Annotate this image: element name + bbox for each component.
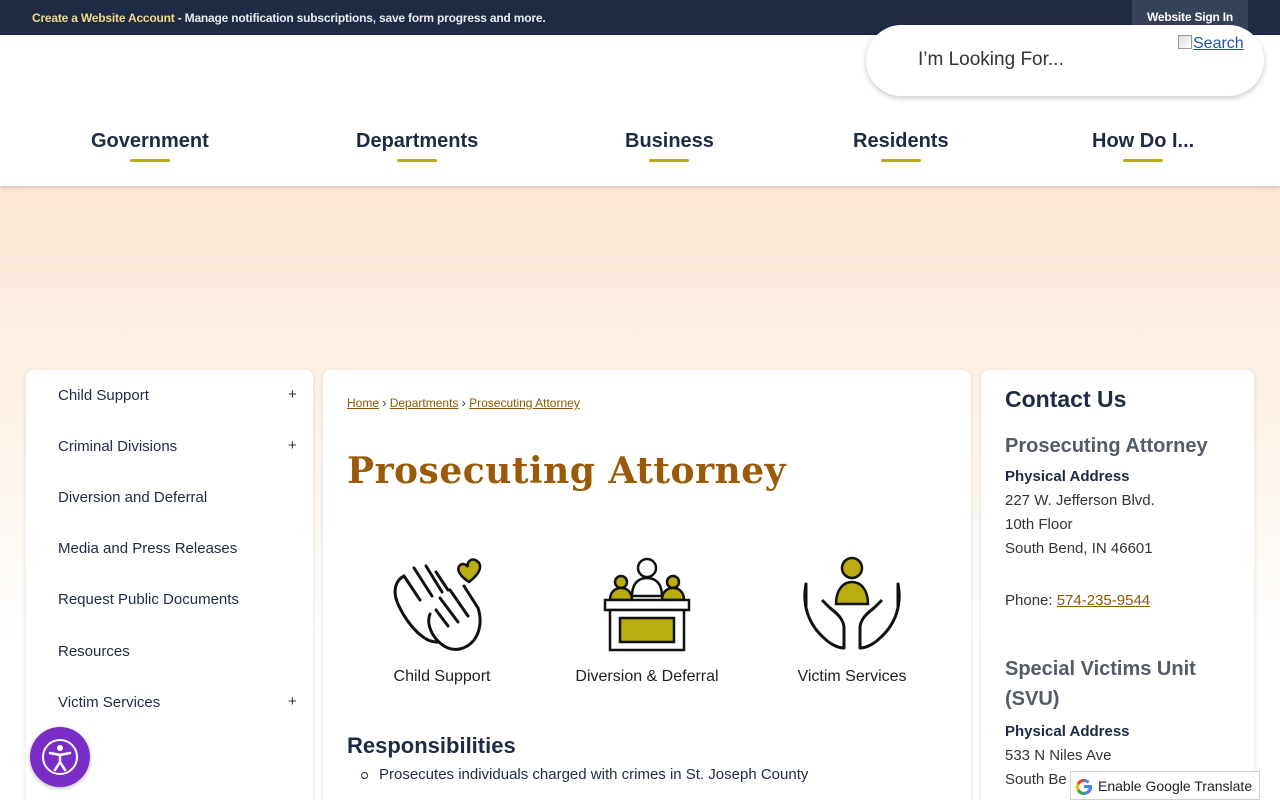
sidebar-item-victim-services[interactable]: Victim Services	[58, 694, 160, 711]
nav-how-do-i[interactable]: How Do I...	[1092, 130, 1194, 162]
hands-heart-icon	[393, 558, 482, 651]
nav-underline	[880, 159, 921, 162]
breadcrumb: Home › Departments › Prosecuting Attorne…	[347, 396, 580, 410]
breadcrumb-home[interactable]: Home	[347, 396, 379, 410]
tile-diversion-deferral[interactable]: Diversion & Deferral	[562, 556, 732, 686]
nav-label: Government	[91, 130, 209, 152]
sidebar-item-criminal-divisions[interactable]: Criminal Divisions	[58, 438, 177, 455]
nav-business[interactable]: Business	[625, 130, 714, 162]
search-button[interactable]: Search	[1178, 35, 1244, 53]
address-label: Physical Address	[1005, 468, 1130, 485]
search-input[interactable]	[918, 45, 1168, 75]
breadcrumb-current[interactable]: Prosecuting Attorney	[469, 396, 580, 410]
sidebar-item-media-press[interactable]: Media and Press Releases	[58, 540, 237, 557]
sidebar-item-public-documents[interactable]: Request Public Documents	[58, 591, 239, 608]
page-title: Prosecuting Attorney	[347, 450, 787, 492]
hands-person-icon	[803, 556, 901, 650]
breadcrumb-departments[interactable]: Departments	[390, 396, 459, 410]
contact-section-title: Special Victims Unit (SVU)	[1005, 658, 1196, 710]
sidebar-item-diversion-deferral[interactable]: Diversion and Deferral	[58, 489, 207, 506]
address-line: 533 N Niles Ave	[1005, 747, 1112, 764]
breadcrumb-separator: ›	[461, 396, 466, 410]
address-label: Physical Address	[1005, 723, 1130, 740]
expand-plus-icon[interactable]: +	[288, 437, 297, 454]
tile-label: Victim Services	[797, 668, 907, 685]
main-nav: Government Departments Business Resident…	[0, 126, 1280, 166]
address-line: 227 W. Jefferson Blvd.	[1005, 492, 1155, 509]
account-banner-text: - Manage notification subscriptions, sav…	[174, 11, 546, 25]
translate-label: Enable Google Translate	[1098, 778, 1253, 794]
sidebar-item-child-support[interactable]: Child Support	[58, 387, 149, 404]
contact-title: Contact Us	[1005, 386, 1127, 412]
tile-victim-services[interactable]: Victim Services	[767, 556, 937, 686]
accessibility-icon	[42, 739, 78, 775]
accessibility-button[interactable]	[30, 727, 90, 787]
phone-label: Phone:	[1005, 592, 1057, 609]
phone-line: Phone: 574-235-9544	[1005, 592, 1150, 609]
tile-child-support[interactable]: Child Support	[357, 556, 527, 686]
search-bar: Search	[866, 25, 1264, 96]
address-line: South Bend, IN 46601	[1005, 540, 1153, 557]
nav-label: Departments	[356, 130, 479, 152]
nav-residents[interactable]: Residents	[853, 130, 949, 162]
contact-section-title: Prosecuting Attorney	[1005, 435, 1208, 457]
nav-underline	[1123, 159, 1164, 162]
address-line: South Be	[1005, 771, 1067, 788]
tile-label: Diversion & Deferral	[575, 668, 719, 685]
google-translate-button[interactable]: Enable Google Translate	[1070, 771, 1260, 800]
nav-underline	[649, 159, 690, 162]
nav-departments[interactable]: Departments	[356, 130, 478, 162]
responsibilities-list: Prosecutes individuals charged with crim…	[360, 766, 809, 793]
nav-underline	[397, 159, 438, 162]
main-content: Home › Departments › Prosecuting Attorne…	[323, 370, 971, 800]
responsibilities-heading: Responsibilities	[347, 733, 516, 758]
create-account-link[interactable]: Create a Website Account	[32, 11, 175, 25]
nav-label: Business	[625, 130, 714, 152]
broken-image-icon	[1178, 35, 1192, 49]
breadcrumb-separator: ›	[382, 396, 387, 410]
courtroom-icon	[603, 557, 691, 652]
search-button-label: Search	[1193, 35, 1244, 52]
phone-link[interactable]: 574-235-9544	[1057, 592, 1150, 609]
nav-label: Residents	[853, 130, 949, 152]
google-g-icon	[1075, 778, 1093, 796]
expand-plus-icon[interactable]: +	[288, 386, 297, 403]
account-banner: Create a Website Account - Manage notifi…	[32, 11, 546, 25]
list-item: Prosecutes individuals charged with crim…	[360, 766, 809, 783]
nav-underline	[129, 159, 170, 162]
tile-label: Child Support	[393, 668, 491, 685]
expand-plus-icon[interactable]: +	[288, 693, 297, 710]
nav-label: How Do I...	[1092, 130, 1195, 152]
site-header: Search Government Departments Business R…	[0, 25, 1280, 186]
sidebar-item-resources[interactable]: Resources	[58, 643, 130, 660]
nav-government[interactable]: Government	[91, 130, 209, 162]
contact-panel: Contact Us Prosecuting Attorney Physical…	[981, 370, 1254, 800]
address-line: 10th Floor	[1005, 516, 1073, 533]
